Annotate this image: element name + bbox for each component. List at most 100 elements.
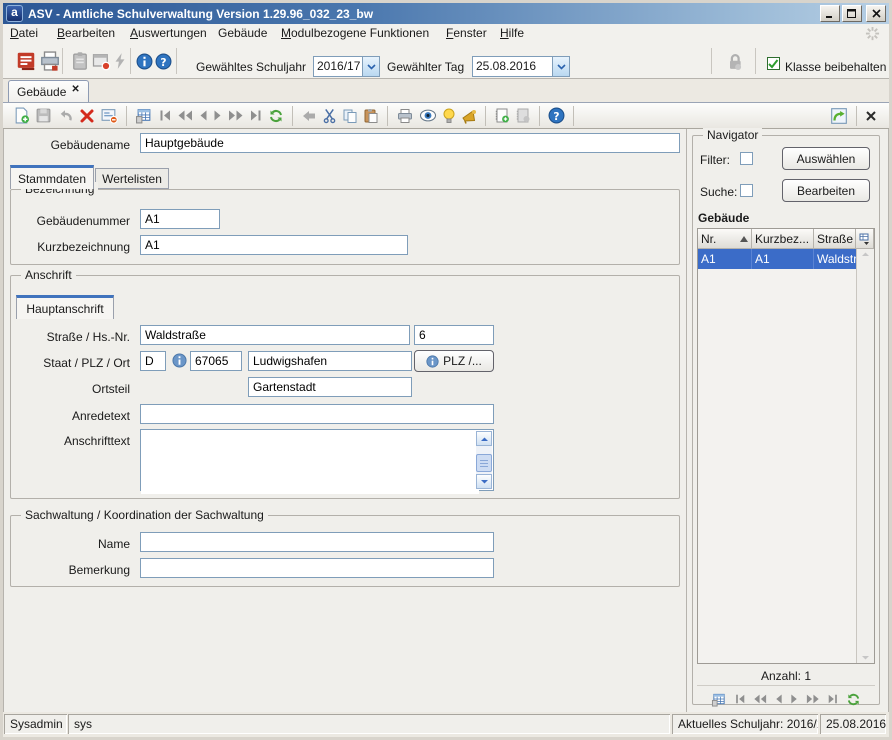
- ort-input[interactable]: [248, 351, 412, 371]
- gebaeudename-input[interactable]: [140, 133, 680, 153]
- scroll-down-icon[interactable]: [476, 474, 492, 489]
- info-icon[interactable]: [136, 53, 153, 70]
- nav-last-icon[interactable]: [249, 109, 263, 122]
- goto-table-icon[interactable]: [711, 692, 727, 707]
- menu-fenster[interactable]: Fenster: [446, 26, 487, 40]
- nav-rewind-icon[interactable]: [753, 693, 767, 705]
- gebaeudenummer-input[interactable]: [140, 209, 220, 229]
- gebaeudenummer-label: Gebäudenummer: [8, 214, 130, 228]
- plz-button[interactable]: PLZ /...: [414, 350, 494, 372]
- kurzbezeichnung-input[interactable]: [140, 235, 408, 255]
- cell-kurzbez: A1: [752, 249, 814, 269]
- tab-hauptanschrift[interactable]: Hauptanschrift: [16, 295, 114, 319]
- menu-bearbeiten[interactable]: Bearbeiten: [57, 26, 115, 40]
- toolbar-separator: [573, 106, 574, 126]
- plz-input[interactable]: [190, 351, 242, 371]
- nav-forward-icon[interactable]: [806, 693, 820, 705]
- tab-wertelisten[interactable]: Wertelisten: [95, 168, 169, 189]
- svg-text:?: ?: [553, 110, 559, 123]
- hausnummer-input[interactable]: [414, 325, 494, 345]
- statusbar-role: sys: [68, 714, 670, 734]
- refresh-icon[interactable]: [268, 108, 284, 124]
- menu-gebaeude[interactable]: Gebäude: [218, 26, 267, 40]
- protocol-add-icon[interactable]: [494, 107, 510, 124]
- table-row[interactable]: A1 A1 Waldstr...: [698, 249, 874, 269]
- tag-datefield[interactable]: 25.08.2016: [472, 56, 570, 77]
- nav-next-icon[interactable]: [790, 693, 799, 705]
- scroll-up-icon[interactable]: [861, 251, 870, 257]
- scrollbar-thumb[interactable]: [476, 454, 492, 472]
- chevron-down-icon[interactable]: [362, 57, 379, 76]
- nav-prev-icon[interactable]: [774, 693, 783, 705]
- delete-icon[interactable]: [79, 108, 95, 124]
- navigator-panel: Navigator Filter: Auswählen Suche: Bearb…: [688, 129, 890, 712]
- schuljahr-value: 2016/17: [314, 57, 362, 76]
- close-button[interactable]: [866, 5, 886, 22]
- scroll-down-icon[interactable]: [861, 655, 870, 661]
- column-picker-button[interactable]: [856, 229, 874, 249]
- minimize-button[interactable]: [820, 5, 840, 22]
- tab-close-icon[interactable]: ✕: [71, 84, 79, 95]
- table-scrollbar[interactable]: [856, 249, 874, 663]
- toolbar-separator: [292, 106, 293, 126]
- bemerkung-input[interactable]: [140, 558, 494, 578]
- bearbeiten-button[interactable]: Bearbeiten: [782, 179, 870, 202]
- tip-icon[interactable]: [442, 108, 456, 124]
- nav-forward-icon[interactable]: [228, 109, 244, 122]
- nav-last-icon[interactable]: [827, 693, 839, 705]
- print-report-icon[interactable]: [39, 50, 61, 72]
- paste-icon[interactable]: [363, 108, 379, 124]
- anschrifttext-textinput[interactable]: [141, 430, 479, 494]
- nav-first-icon[interactable]: [158, 109, 172, 122]
- print-icon[interactable]: [396, 108, 414, 124]
- form-remove-icon[interactable]: [100, 107, 118, 124]
- copy-icon[interactable]: [342, 108, 358, 124]
- auswaehlen-button[interactable]: Auswählen: [782, 147, 870, 170]
- help-icon[interactable]: ?: [548, 107, 565, 124]
- staat-input[interactable]: [140, 351, 166, 371]
- navigator-legend: Navigator: [703, 128, 762, 142]
- nav-next-icon[interactable]: [213, 109, 223, 122]
- nav-prev-icon[interactable]: [198, 109, 208, 122]
- anschrifttext-textarea[interactable]: [140, 429, 494, 491]
- titlebar[interactable]: a ASV - Amtliche Schulverwaltung Version…: [3, 3, 889, 24]
- nav-rewind-icon[interactable]: [177, 109, 193, 122]
- goto-table-icon[interactable]: [135, 107, 153, 124]
- tab-stammdaten[interactable]: Stammdaten: [10, 165, 94, 189]
- chevron-down-icon[interactable]: [552, 57, 569, 76]
- column-header-strasse[interactable]: Straße: [814, 229, 856, 249]
- help-icon[interactable]: ?: [155, 53, 172, 70]
- staat-plz-ort-label: Staat / PLZ / Ort: [8, 356, 130, 370]
- menu-datei[interactable]: Datei: [10, 26, 38, 40]
- save-icon: [35, 107, 52, 124]
- close-view-icon[interactable]: [865, 110, 877, 122]
- menu-hilfe[interactable]: Hilfe: [500, 26, 524, 40]
- schuljahr-combobox[interactable]: 2016/17: [313, 56, 380, 77]
- preview-icon[interactable]: [419, 108, 437, 123]
- klasse-checkbox[interactable]: [767, 57, 780, 70]
- toolbar-separator: [856, 106, 857, 126]
- bell-icon[interactable]: [461, 108, 477, 124]
- menu-modulbezogene-funktionen[interactable]: Modulbezogene Funktionen: [281, 26, 429, 40]
- column-header-kurzbez[interactable]: Kurzbez...: [752, 229, 814, 249]
- filter-checkbox[interactable]: [740, 152, 753, 165]
- scroll-up-icon[interactable]: [476, 431, 492, 446]
- new-record-icon[interactable]: [13, 107, 30, 124]
- menu-auswertungen[interactable]: Auswertungen: [130, 26, 207, 40]
- suche-checkbox[interactable]: [740, 184, 753, 197]
- report-book-icon[interactable]: [15, 50, 37, 72]
- textarea-scrollbar[interactable]: [476, 431, 492, 489]
- column-header-nr[interactable]: Nr.: [698, 229, 752, 249]
- anredetext-input[interactable]: [140, 404, 494, 424]
- tab-gebaeude[interactable]: Gebäude ✕: [8, 80, 89, 103]
- ortsteil-input[interactable]: [248, 377, 412, 397]
- strasse-input[interactable]: [140, 325, 410, 345]
- info-icon[interactable]: [172, 353, 187, 368]
- nav-first-icon[interactable]: [734, 693, 746, 705]
- name-input[interactable]: [140, 532, 494, 552]
- ortsteil-label: Ortsteil: [8, 382, 130, 396]
- refresh-icon[interactable]: [846, 692, 861, 707]
- detach-view-icon[interactable]: [830, 107, 848, 125]
- cut-icon[interactable]: [322, 108, 337, 124]
- maximize-button[interactable]: [842, 5, 862, 22]
